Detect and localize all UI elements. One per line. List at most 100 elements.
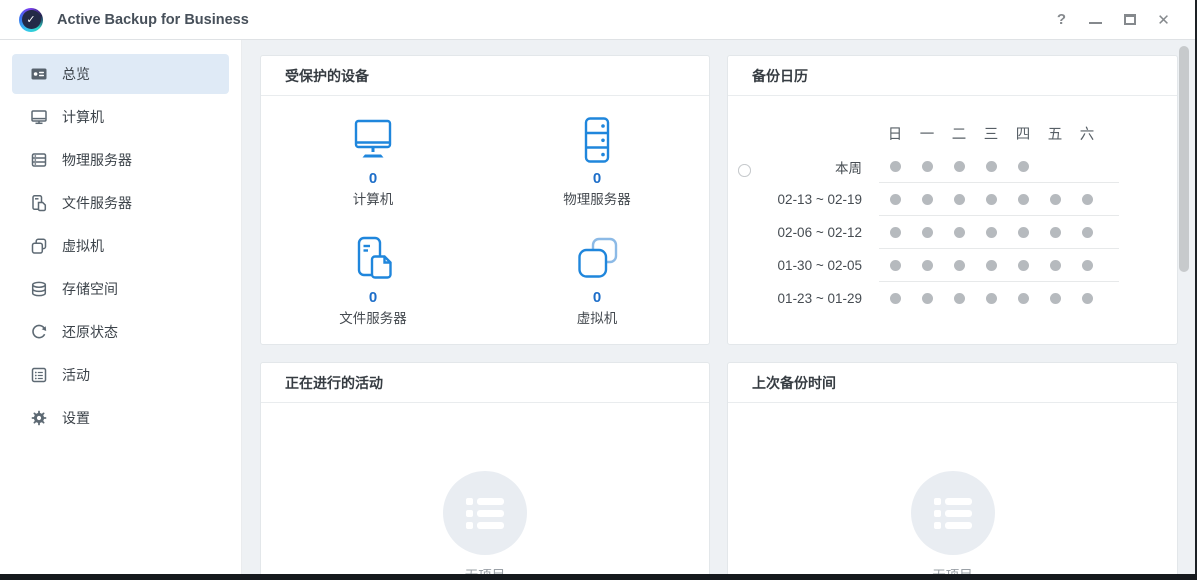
sidebar-item-virtual-machine[interactable]: 虚拟机 [12, 226, 229, 266]
day-header: 日 [879, 123, 911, 144]
sidebar-item-settings[interactable]: 设置 [12, 398, 229, 438]
backup-status-dot [1007, 293, 1039, 304]
backup-status-dot [1039, 227, 1071, 238]
device-grid: 0 计算机 0 物理服务器 0 文件服务器 [261, 96, 709, 354]
backup-status-dot [911, 260, 943, 271]
logo-check-glyph: ✓ [22, 10, 41, 29]
backup-status-dot [1071, 293, 1103, 304]
backup-status-dot [975, 161, 1007, 172]
sidebar-item-restore-status[interactable]: 还原状态 [12, 312, 229, 352]
device-label: 计算机 [353, 188, 394, 208]
backup-status-dot [911, 161, 943, 172]
backup-status-dot [943, 260, 975, 271]
sidebar-item-file-server[interactable]: 文件服务器 [12, 183, 229, 223]
backup-status-dot [879, 194, 911, 205]
backup-status-dot [879, 260, 911, 271]
sidebar-item-label: 活动 [62, 365, 90, 385]
backup-status-dot [1071, 227, 1103, 238]
sidebar: 总览 计算机 物理服务器 文件服务器 虚拟机 [0, 40, 242, 574]
sidebar-item-computer[interactable]: 计算机 [12, 97, 229, 137]
device-label: 物理服务器 [563, 188, 631, 208]
device-tile-physical-server[interactable]: 0 物理服务器 [485, 116, 709, 235]
sidebar-item-physical-server[interactable]: 物理服务器 [12, 140, 229, 180]
app-title: Active Backup for Business [57, 12, 249, 28]
maximize-icon[interactable] [1122, 12, 1137, 27]
device-tile-file-server[interactable]: 0 文件服务器 [261, 235, 485, 354]
sidebar-item-label: 计算机 [62, 107, 104, 127]
backup-status-dot [911, 293, 943, 304]
backup-status-dot [943, 194, 975, 205]
backup-status-dot [943, 293, 975, 304]
backup-status-dot [1039, 194, 1071, 205]
empty-list-icon [443, 471, 527, 555]
backup-status-dot [911, 227, 943, 238]
physical-server-icon [30, 151, 48, 169]
protected-devices-card: 受保护的设备 0 计算机 0 物理服务器 [260, 55, 710, 345]
backup-status-dot [879, 227, 911, 238]
virtual-machine-icon [30, 237, 48, 255]
close-icon[interactable]: ✕ [1156, 12, 1171, 27]
sidebar-item-label: 还原状态 [62, 322, 118, 342]
computer-icon [30, 108, 48, 126]
calendar-week-row: 本周 [728, 150, 1177, 183]
help-icon[interactable]: ? [1054, 12, 1069, 27]
week-label: 02-13 ~ 02-19 [728, 183, 879, 216]
backup-status-dot [1039, 293, 1071, 304]
backup-status-dot [1007, 260, 1039, 271]
backup-status-dot [943, 227, 975, 238]
calendar-day-header-row: 日 一 二 三 四 五 六 [728, 117, 1177, 150]
backup-status-dot [975, 194, 1007, 205]
device-tile-computer[interactable]: 0 计算机 [261, 116, 485, 235]
day-header: 六 [1071, 123, 1103, 144]
day-header: 一 [911, 123, 943, 144]
backup-status-dot [1071, 194, 1103, 205]
week-label: 01-30 ~ 02-05 [728, 249, 879, 282]
day-header: 三 [975, 123, 1007, 144]
active-backup-logo-icon: ✓ [19, 8, 43, 32]
file-server-device-icon [349, 235, 397, 283]
empty-text: 无项目 [932, 564, 973, 574]
empty-list-icon [911, 471, 995, 555]
backup-status-dot [879, 293, 911, 304]
sidebar-item-label: 虚拟机 [62, 236, 104, 256]
device-tile-virtual-machine[interactable]: 0 虚拟机 [485, 235, 709, 354]
card-title: 正在进行的活动 [261, 373, 383, 393]
backup-status-dot [1007, 161, 1039, 172]
main-content: 受保护的设备 0 计算机 0 物理服务器 [242, 40, 1195, 574]
empty-text: 无项目 [465, 564, 506, 574]
backup-status-dot [1071, 260, 1103, 271]
last-backup-time-card: 上次备份时间 无项目 [727, 362, 1178, 574]
window-controls: ? ✕ [1054, 12, 1195, 27]
day-header: 四 [1007, 123, 1039, 144]
calendar-week-row: 01-23 ~ 01-29 [728, 282, 1177, 315]
backup-status-dot [879, 161, 911, 172]
backup-status-dot [1007, 194, 1039, 205]
sidebar-item-overview[interactable]: 总览 [12, 54, 229, 94]
backup-status-dot [943, 161, 975, 172]
scrollbar-thumb[interactable] [1179, 46, 1189, 272]
week-label: 02-06 ~ 02-12 [728, 216, 879, 249]
device-label: 文件服务器 [339, 307, 407, 327]
backup-status-dot [911, 194, 943, 205]
backup-status-dot [975, 227, 1007, 238]
virtual-machine-device-icon [573, 235, 621, 283]
empty-state: 无项目 [261, 471, 709, 574]
backup-calendar-card: 备份日历 日 一 二 三 四 五 六 本周 [727, 55, 1178, 345]
calendar-week-row: 02-06 ~ 02-12 [728, 216, 1177, 249]
sidebar-item-activity[interactable]: 活动 [12, 355, 229, 395]
backup-status-dot [975, 293, 1007, 304]
minimize-icon[interactable] [1088, 12, 1103, 27]
card-title: 受保护的设备 [261, 66, 369, 86]
sidebar-item-label: 存储空间 [62, 279, 118, 299]
empty-state: 无项目 [728, 471, 1177, 574]
week-label: 01-23 ~ 01-29 [728, 282, 879, 315]
backup-status-dot [1039, 260, 1071, 271]
sidebar-item-storage[interactable]: 存储空间 [12, 269, 229, 309]
day-header: 二 [943, 123, 975, 144]
overview-icon [30, 65, 48, 83]
device-count: 0 [593, 289, 601, 306]
device-label: 虚拟机 [577, 307, 618, 327]
backup-status-dot [1007, 227, 1039, 238]
sidebar-item-label: 文件服务器 [62, 193, 132, 213]
app-window: ✓ Active Backup for Business ? ✕ 总览 计算机 [0, 0, 1197, 580]
